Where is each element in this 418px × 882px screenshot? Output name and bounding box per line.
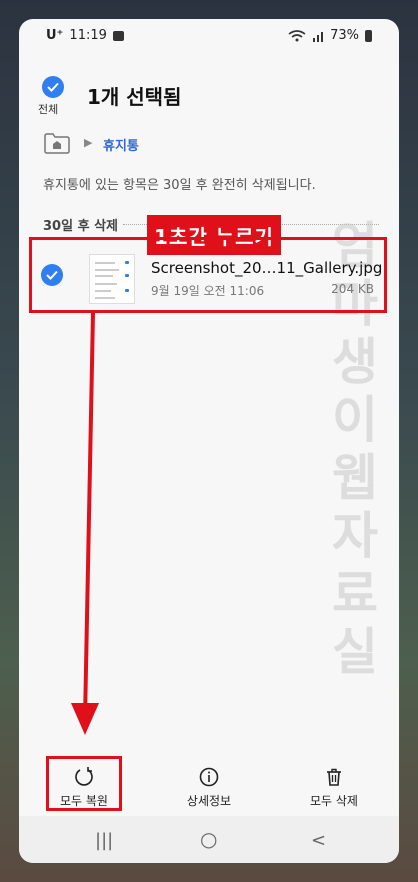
details-button[interactable]: 상세정보: [159, 756, 259, 816]
details-label: 상세정보: [186, 794, 232, 808]
home-button[interactable]: ○: [200, 827, 217, 851]
trash-icon: [327, 768, 341, 786]
back-button[interactable]: <: [311, 830, 326, 851]
delete-all-label: 모두 삭제: [310, 794, 358, 808]
info-icon: [199, 767, 219, 787]
annotation-arrow: [71, 312, 99, 735]
delete-all-button[interactable]: 모두 삭제: [284, 756, 384, 816]
system-nav-bar: ||| ○ <: [19, 816, 399, 863]
phone-screen: U⁺ 11:19 73% 전체 1개 선택됨 ▶ 휴지통 휴지통에 있는 항목은…: [19, 19, 399, 863]
recents-button[interactable]: |||: [95, 830, 113, 851]
restore-all-highlight: [46, 756, 122, 811]
